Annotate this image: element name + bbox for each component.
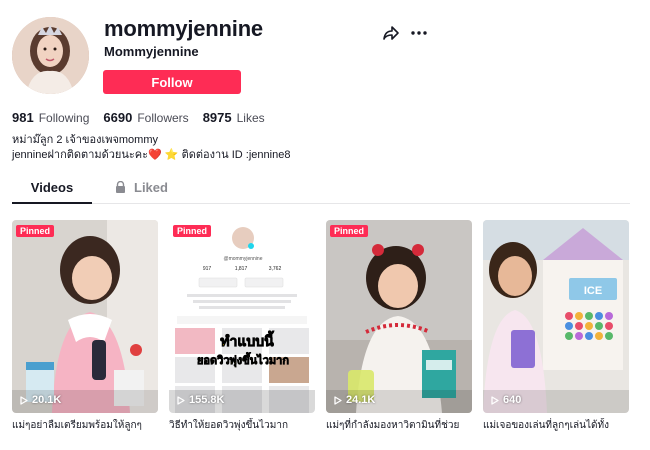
more-icon[interactable] [410, 25, 428, 41]
thumb-stat: 1,817 [235, 266, 248, 272]
pinned-badge: Pinned [173, 225, 212, 237]
thumb-handle: @mommyjennine [224, 256, 263, 262]
lock-icon [116, 181, 125, 193]
play-icon [20, 395, 28, 405]
video-thumbnail [12, 220, 158, 413]
stat-label: Likes [236, 111, 265, 125]
profile-username: mommyjennine [104, 16, 263, 41]
view-count: 24.1K [334, 394, 375, 406]
profile-avatar [12, 17, 89, 94]
tab-label: Liked [134, 180, 168, 195]
video-caption[interactable]: วิธีทำให้ยอดวิวพุ่งขึ้นไวมาก [169, 418, 315, 433]
thumb-label: ICE [584, 285, 602, 297]
stat-following[interactable]: 981 Following [12, 110, 89, 125]
video-card[interactable]: ICE 640 [483, 220, 629, 413]
pinned-badge: Pinned [16, 225, 55, 237]
video-thumbnail: @mommyjennine 917 1,817 3,762 ทำแบบนี้ ย… [169, 220, 315, 413]
stat-value: 6690 [103, 110, 133, 125]
profile-stats: 981 Following 6690 Followers 8975 Likes [12, 110, 279, 125]
tab-label: Videos [30, 180, 74, 195]
pinned-badge: Pinned [330, 225, 369, 237]
view-count-value: 640 [503, 394, 522, 406]
follow-button[interactable]: Follow [103, 70, 241, 94]
stat-value: 8975 [202, 110, 232, 125]
stat-value: 981 [12, 110, 34, 125]
profile-nickname: Mommyjennine [104, 44, 199, 59]
play-icon [491, 395, 499, 405]
video-card[interactable]: Pinned 24.1K [326, 220, 472, 413]
video-caption[interactable]: แม่ๆที่กำลังมองหาวิตามินที่ช่วย [326, 418, 472, 433]
video-thumbnail [326, 220, 472, 413]
view-count: 20.1K [20, 394, 61, 406]
play-icon [334, 395, 342, 405]
view-count: 155.8K [177, 394, 224, 406]
tab-liked[interactable]: Liked [115, 180, 195, 204]
video-card[interactable]: Pinned 20.1K [12, 220, 158, 413]
video-caption[interactable]: แม่ๆอย่าลืมเตรียมพร้อมให้ลูกๆ [12, 418, 158, 433]
stat-label: Following [38, 111, 90, 125]
share-icon[interactable] [382, 24, 400, 42]
stat-likes: 8975 Likes [203, 110, 265, 125]
video-caption[interactable]: แม่เจอของเล่นที่ลูกๆเล่นได้ทั้ง [483, 418, 629, 433]
tab-videos[interactable]: Videos [12, 180, 92, 204]
thumb-headline: ยอดวิวพุ่งขึ้นไวมาก [197, 352, 289, 368]
profile-tabs: Videos Liked [12, 180, 630, 204]
thumb-stat: 3,762 [269, 266, 282, 272]
video-thumbnail: ICE [483, 220, 629, 413]
view-count: 640 [491, 394, 521, 406]
stat-label: Followers [137, 111, 189, 125]
profile-bio: หม่าม๊ลูก 2 เจ้าของเพจmommy jennineฝากติ… [12, 133, 290, 163]
play-icon [177, 395, 185, 405]
thumb-stat: 917 [203, 266, 212, 272]
bio-line: jennineฝากติดตามด้วยนะคะ❤️ ⭐ ติดต่องาน I… [12, 149, 291, 161]
bio-line: หม่าม๊ลูก 2 เจ้าของเพจmommy [12, 134, 159, 146]
view-count-value: 24.1K [346, 394, 376, 406]
view-count-value: 155.8K [189, 394, 225, 406]
view-count-value: 20.1K [32, 394, 62, 406]
stat-followers[interactable]: 6690 Followers [103, 110, 188, 125]
video-card[interactable]: @mommyjennine 917 1,817 3,762 ทำแบบนี้ ย… [169, 220, 315, 413]
